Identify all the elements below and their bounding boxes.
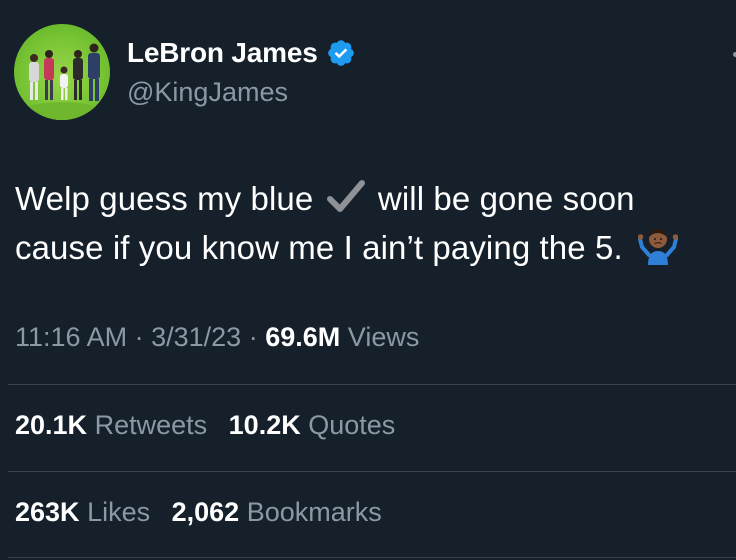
tweet-time[interactable]: 11:16 AM: [15, 322, 127, 352]
tweet-text-part1: Welp guess my blue: [15, 180, 314, 217]
retweets-count: 20.1K: [15, 410, 88, 440]
avatar[interactable]: [14, 24, 110, 120]
bookmarks-stat[interactable]: 2,062 Bookmarks: [172, 497, 382, 527]
meta-separator: ·: [248, 322, 258, 352]
stats-row-retweets-quotes: 20.1K Retweets 10.2K Quotes: [15, 410, 409, 441]
tweet-date[interactable]: 3/31/23: [151, 322, 241, 352]
retweets-label: Retweets: [94, 410, 208, 440]
divider: [8, 471, 736, 472]
divider: [8, 557, 736, 558]
tweet-meta: 11:16 AM · 3/31/23 · 69.6M Views: [15, 322, 419, 353]
user-name-row[interactable]: LeBron James: [127, 36, 356, 70]
display-name[interactable]: LeBron James: [127, 37, 318, 69]
quotes-count: 10.2K: [228, 410, 301, 440]
likes-label: Likes: [87, 497, 151, 527]
retweets-stat[interactable]: 20.1K Retweets: [15, 410, 215, 440]
user-handle[interactable]: @KingJames: [127, 77, 288, 108]
tweet-text: Welp guess my blue will be gone soon cau…: [15, 174, 727, 272]
views-label: Views: [347, 322, 420, 352]
check-mark-emoji-icon: [326, 178, 365, 212]
divider: [8, 384, 736, 385]
stats-row-likes-bookmarks: 263K Likes 2,062 Bookmarks: [15, 497, 396, 528]
person-shrugging-emoji-icon: [637, 225, 679, 265]
likes-count: 263K: [15, 497, 80, 527]
verified-badge-icon[interactable]: [326, 38, 356, 68]
quotes-label: Quotes: [308, 410, 396, 440]
meta-separator: ·: [134, 322, 144, 352]
avatar-photo: [22, 43, 102, 120]
bookmarks-label: Bookmarks: [246, 497, 382, 527]
quotes-stat[interactable]: 10.2K Quotes: [229, 410, 396, 440]
likes-stat[interactable]: 263K Likes: [15, 497, 158, 527]
bookmarks-count: 2,062: [171, 497, 240, 527]
views-count: 69.6M: [265, 322, 341, 352]
